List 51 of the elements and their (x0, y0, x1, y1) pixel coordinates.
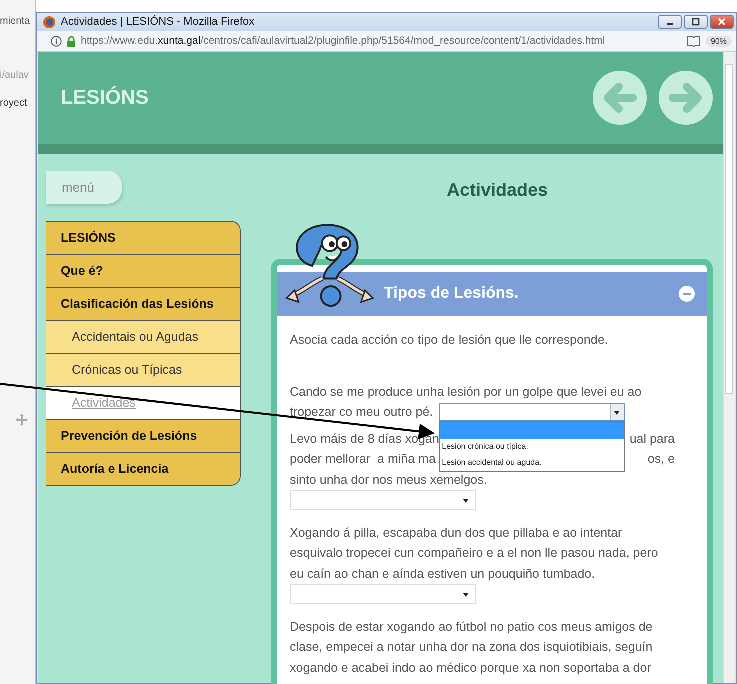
caret-icon (463, 593, 469, 597)
answer-dropdown[interactable] (439, 403, 626, 422)
reader-view-icon[interactable] (686, 36, 701, 46)
url-text: https://www.edu.xunta.gal/centros/cafi/aulavirtual2/pluginfile.php/51564/mod_resource/content/1/actividades.html (81, 35, 606, 47)
question-text: tropezar co meu outro pé. (290, 404, 434, 421)
instruction-text: Asocia cada acción co tipo de lesión que lle corresponde. (290, 332, 610, 349)
page-heading: Actividades (446, 180, 550, 201)
sidebar-item[interactable]: Autoría e Licencia (46, 453, 240, 485)
maximize-button[interactable] (684, 15, 708, 29)
dropdown-option[interactable]: Lesión accidental ou aguda. (440, 455, 624, 472)
sidebar-item[interactable]: LESIÓNS (46, 222, 240, 255)
question-text: Xogando á pilla, escapaba dun dos que pillaba e ao intentar (290, 524, 622, 542)
back-arrow-button[interactable] (593, 71, 647, 125)
close-icon (718, 18, 726, 26)
question-text: ual para (630, 430, 675, 448)
info-icon (51, 36, 62, 46)
question-text: eu caín ao chan e aínda estiven un pouquiño tumbado. (290, 566, 596, 583)
sidebar-item[interactable]: Clasificación das Lesións (46, 288, 240, 321)
browser-logo-icon (43, 16, 56, 28)
maximize-icon (692, 18, 700, 26)
sidebar-item[interactable]: Crónicas ou Típicas (46, 354, 240, 387)
site-title: LESIÓNS (61, 86, 149, 110)
question-text: esquivalo tropecei cun compañeiro e a el non lle pasou nada, pero (290, 545, 658, 562)
caret-icon (463, 499, 469, 503)
window-title: Actividades | LESIÓNS - Mozilla Firefox (61, 16, 256, 28)
sidebar-item[interactable]: Accidentais ou Agudas (46, 321, 240, 354)
question-text: clase, empecei a notar unha dor na zona dos isquiotibiais, seguín (290, 639, 653, 656)
scrollbar[interactable] (723, 52, 735, 683)
sidebar-item[interactable]: Que é? (46, 255, 240, 288)
card-title: Tipos de Lesións. (384, 285, 519, 303)
background-window-text: royect (0, 98, 28, 109)
background-window-text: i/aulav (0, 70, 29, 81)
question-text: sinto unha dor nos meus xemelgos. (290, 472, 488, 489)
zoom-level[interactable]: 90% (706, 36, 732, 46)
move-icon (16, 414, 28, 426)
minimize-button[interactable] (658, 15, 682, 29)
close-button[interactable] (710, 15, 734, 29)
dropdown-option[interactable] (440, 422, 624, 440)
question-text: poder mellorar a miña ma (290, 451, 436, 468)
question-text: Despois de estar xogando ao fútbol no patio cos meus amigos de (290, 618, 653, 636)
question-text: os, e (648, 451, 675, 468)
background-window-text: mienta (0, 16, 30, 27)
question-text: xogando e acabei indo ao médico porque xa non soportaba a dor (290, 660, 652, 677)
collapse-icon[interactable] (679, 286, 695, 302)
address-bar[interactable]: https://www.edu.xunta.gal/centros/cafi/aulavirtual2/pluginfile.php/51564/mod_resource/content/1/actividades.html 90% (37, 31, 736, 52)
dropdown-option[interactable]: Lesión crónica ou típica. (440, 439, 624, 456)
sidebar-item[interactable]: Prevención de Lesións (46, 420, 240, 453)
question-text: Cando se me produce unha lesión por un golpe que levei eu ao (290, 384, 642, 401)
caret-icon (610, 404, 624, 420)
forward-arrow-button[interactable] (659, 71, 713, 125)
lock-icon (67, 36, 76, 46)
